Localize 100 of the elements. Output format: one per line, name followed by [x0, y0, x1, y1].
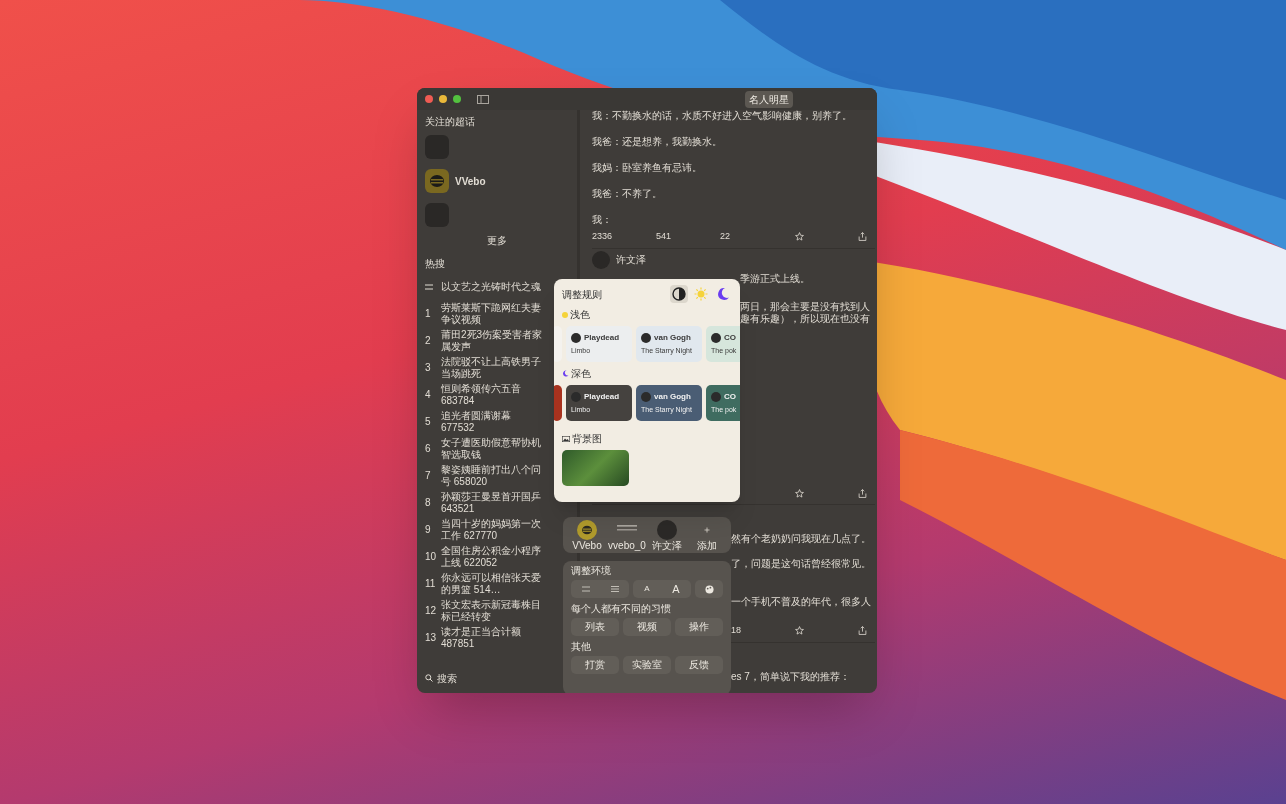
grid-icon	[581, 586, 590, 592]
post-text: 我：不勤换水的话，水质不好进入空气影响健康，别养了。	[592, 110, 853, 122]
trending-title: 以文艺之光铸时代之魂	[441, 280, 541, 293]
trending-item[interactable]: 5 追光者圆满谢幕 677532	[425, 408, 545, 435]
option-button[interactable]: 操作	[675, 618, 723, 636]
rank-number: 8	[425, 496, 432, 509]
moon-icon	[716, 287, 730, 301]
theme-name: van Gogh	[654, 331, 691, 344]
trending-item[interactable]: 4 恒则希领传六五音 683784	[425, 381, 545, 408]
theme-name: CO	[724, 331, 736, 344]
star-icon[interactable]	[795, 231, 804, 241]
stat-count: 541	[656, 230, 673, 242]
trending-title: 莆田2死3伤案受害者家属发声	[441, 328, 544, 353]
bee-logo-icon	[425, 169, 449, 193]
popover-title: 调整规则	[562, 287, 603, 302]
contrast-icon	[672, 287, 686, 301]
search-icon	[425, 674, 433, 682]
trending-title: 孙颖莎王曼昱首开国乒 643521	[441, 490, 542, 515]
option-button[interactable]: 反馈	[675, 656, 723, 674]
rank-number: 11	[425, 577, 437, 590]
sun-icon	[562, 311, 568, 318]
trending-item[interactable]: 1 劳斯莱斯下跪网红夫妻争议视频	[425, 300, 545, 327]
trending-item[interactable]: 2 莆田2死3伤案受害者家属发声	[425, 327, 545, 354]
post-text: es 7，简单说下我的推荐：	[731, 671, 851, 683]
list-icon	[425, 283, 433, 290]
trending-item[interactable]: 7 黎姿姨睡前打出八个问号 658020	[425, 462, 545, 489]
trending-item[interactable]: 6 女子遭医助假意帮协机智选取钱	[425, 435, 545, 462]
post-text: 我：	[592, 214, 613, 226]
trending-item[interactable]: 3 法院驳不让上高铁男子当场跳死	[425, 354, 545, 381]
section-label: 其他	[571, 641, 592, 653]
post-text: 我爸：还是想养，我勤换水。	[592, 136, 723, 148]
section-label: 背景图	[572, 432, 602, 446]
option-button[interactable]: 列表	[571, 618, 619, 636]
stat-count: 22	[720, 230, 731, 242]
post-text: 两日，那会主要是没有找到人	[740, 301, 871, 313]
section-heading: 热搜	[425, 257, 446, 271]
mode-button[interactable]	[670, 285, 688, 303]
rank-number: 4	[425, 388, 432, 401]
post-text: 季游正式上线。	[740, 273, 811, 285]
minimize-button[interactable]	[439, 95, 447, 103]
theme-card[interactable]	[554, 385, 562, 421]
panel-heading: 调整环境	[571, 565, 612, 577]
more-link[interactable]: 更多	[487, 233, 507, 248]
rank-number: 13	[425, 631, 437, 644]
stat-count: 18	[731, 624, 742, 636]
account-item[interactable]: vvebo_0	[607, 519, 647, 551]
search-field[interactable]: 搜索	[425, 667, 555, 689]
sidebar-toggle-icon[interactable]	[477, 94, 489, 104]
avatar-placeholder	[641, 391, 651, 402]
avatar-placeholder	[571, 332, 581, 343]
trending-title: 追光者圆满谢幕 677532	[441, 409, 512, 434]
account-item[interactable]: 添加	[687, 519, 727, 551]
post-text: 我爸：不养了。	[592, 188, 663, 200]
list-icon	[610, 586, 619, 592]
section-label: 深色	[571, 367, 591, 381]
account-item[interactable]: VVebo	[567, 519, 607, 551]
trending-title: 你永远可以相信张天爱的男篮 514…	[441, 571, 542, 596]
share-icon[interactable]	[858, 489, 867, 498]
trending-title: 黎姿姨睡前打出八个问号 658020	[441, 463, 542, 488]
share-icon[interactable]	[858, 625, 867, 635]
option-button[interactable]: 视频	[623, 618, 671, 636]
section-heading: 关注的超话	[425, 115, 476, 129]
bee-logo-icon[interactable]	[577, 519, 597, 540]
image-icon	[562, 435, 570, 442]
font-size-option[interactable]: A	[672, 583, 680, 595]
trending-item[interactable]: 8 孙颖莎王曼昱首开国乒 643521	[425, 489, 545, 516]
rank-number: 5	[425, 415, 432, 428]
trending-title: 读才是正当合计额 487851	[441, 625, 522, 650]
account-item[interactable]: 许文泽	[647, 519, 687, 551]
trending-title: 全国住房公积金小程序上线 622052	[441, 544, 542, 569]
followed-item[interactable]: VVebo	[425, 165, 569, 197]
option-button[interactable]: 打赏	[571, 656, 619, 674]
font-size-option[interactable]: A	[644, 583, 650, 595]
post-text: 趣有乐趣），所以现在也没有	[740, 313, 871, 325]
trending-title: 女子遭医助假意帮协机智选取钱	[441, 436, 542, 461]
trending-item[interactable]: 以文艺之光铸时代之魂	[425, 273, 545, 300]
avatar-placeholder	[641, 332, 651, 343]
close-button[interactable]	[425, 95, 433, 103]
rank-number: 6	[425, 442, 432, 455]
share-icon[interactable]	[858, 231, 867, 241]
post-text: 我妈：卧室养鱼有忌讳。	[592, 162, 703, 174]
rank-number: 9	[425, 523, 432, 536]
trending-title: 张文宏表示新冠毒株目标已经转变	[441, 598, 542, 623]
star-icon[interactable]	[795, 625, 804, 635]
layout-toggle[interactable]	[571, 580, 629, 598]
rank-number: 2	[425, 334, 432, 347]
moon-icon	[562, 370, 569, 377]
option-button[interactable]: 实验室	[623, 656, 671, 674]
sun-icon	[694, 287, 708, 301]
section-label: 浅色	[570, 308, 590, 322]
toolbar-tab[interactable]: 名人明星	[745, 90, 793, 108]
star-icon[interactable]	[795, 489, 804, 498]
zoom-button[interactable]	[453, 95, 461, 103]
palette-button[interactable]	[695, 580, 723, 598]
font-size-control[interactable]: A A	[633, 580, 691, 598]
rank-number: 12	[425, 604, 437, 617]
avatar-placeholder	[571, 391, 581, 402]
post-text: 然有个老奶奶问我现在几点了。	[731, 533, 872, 545]
trending-item[interactable]: 9 当四十岁的妈妈第一次工作 627770	[425, 516, 545, 543]
trending-title: 恒则希领传六五音 683784	[441, 382, 522, 407]
